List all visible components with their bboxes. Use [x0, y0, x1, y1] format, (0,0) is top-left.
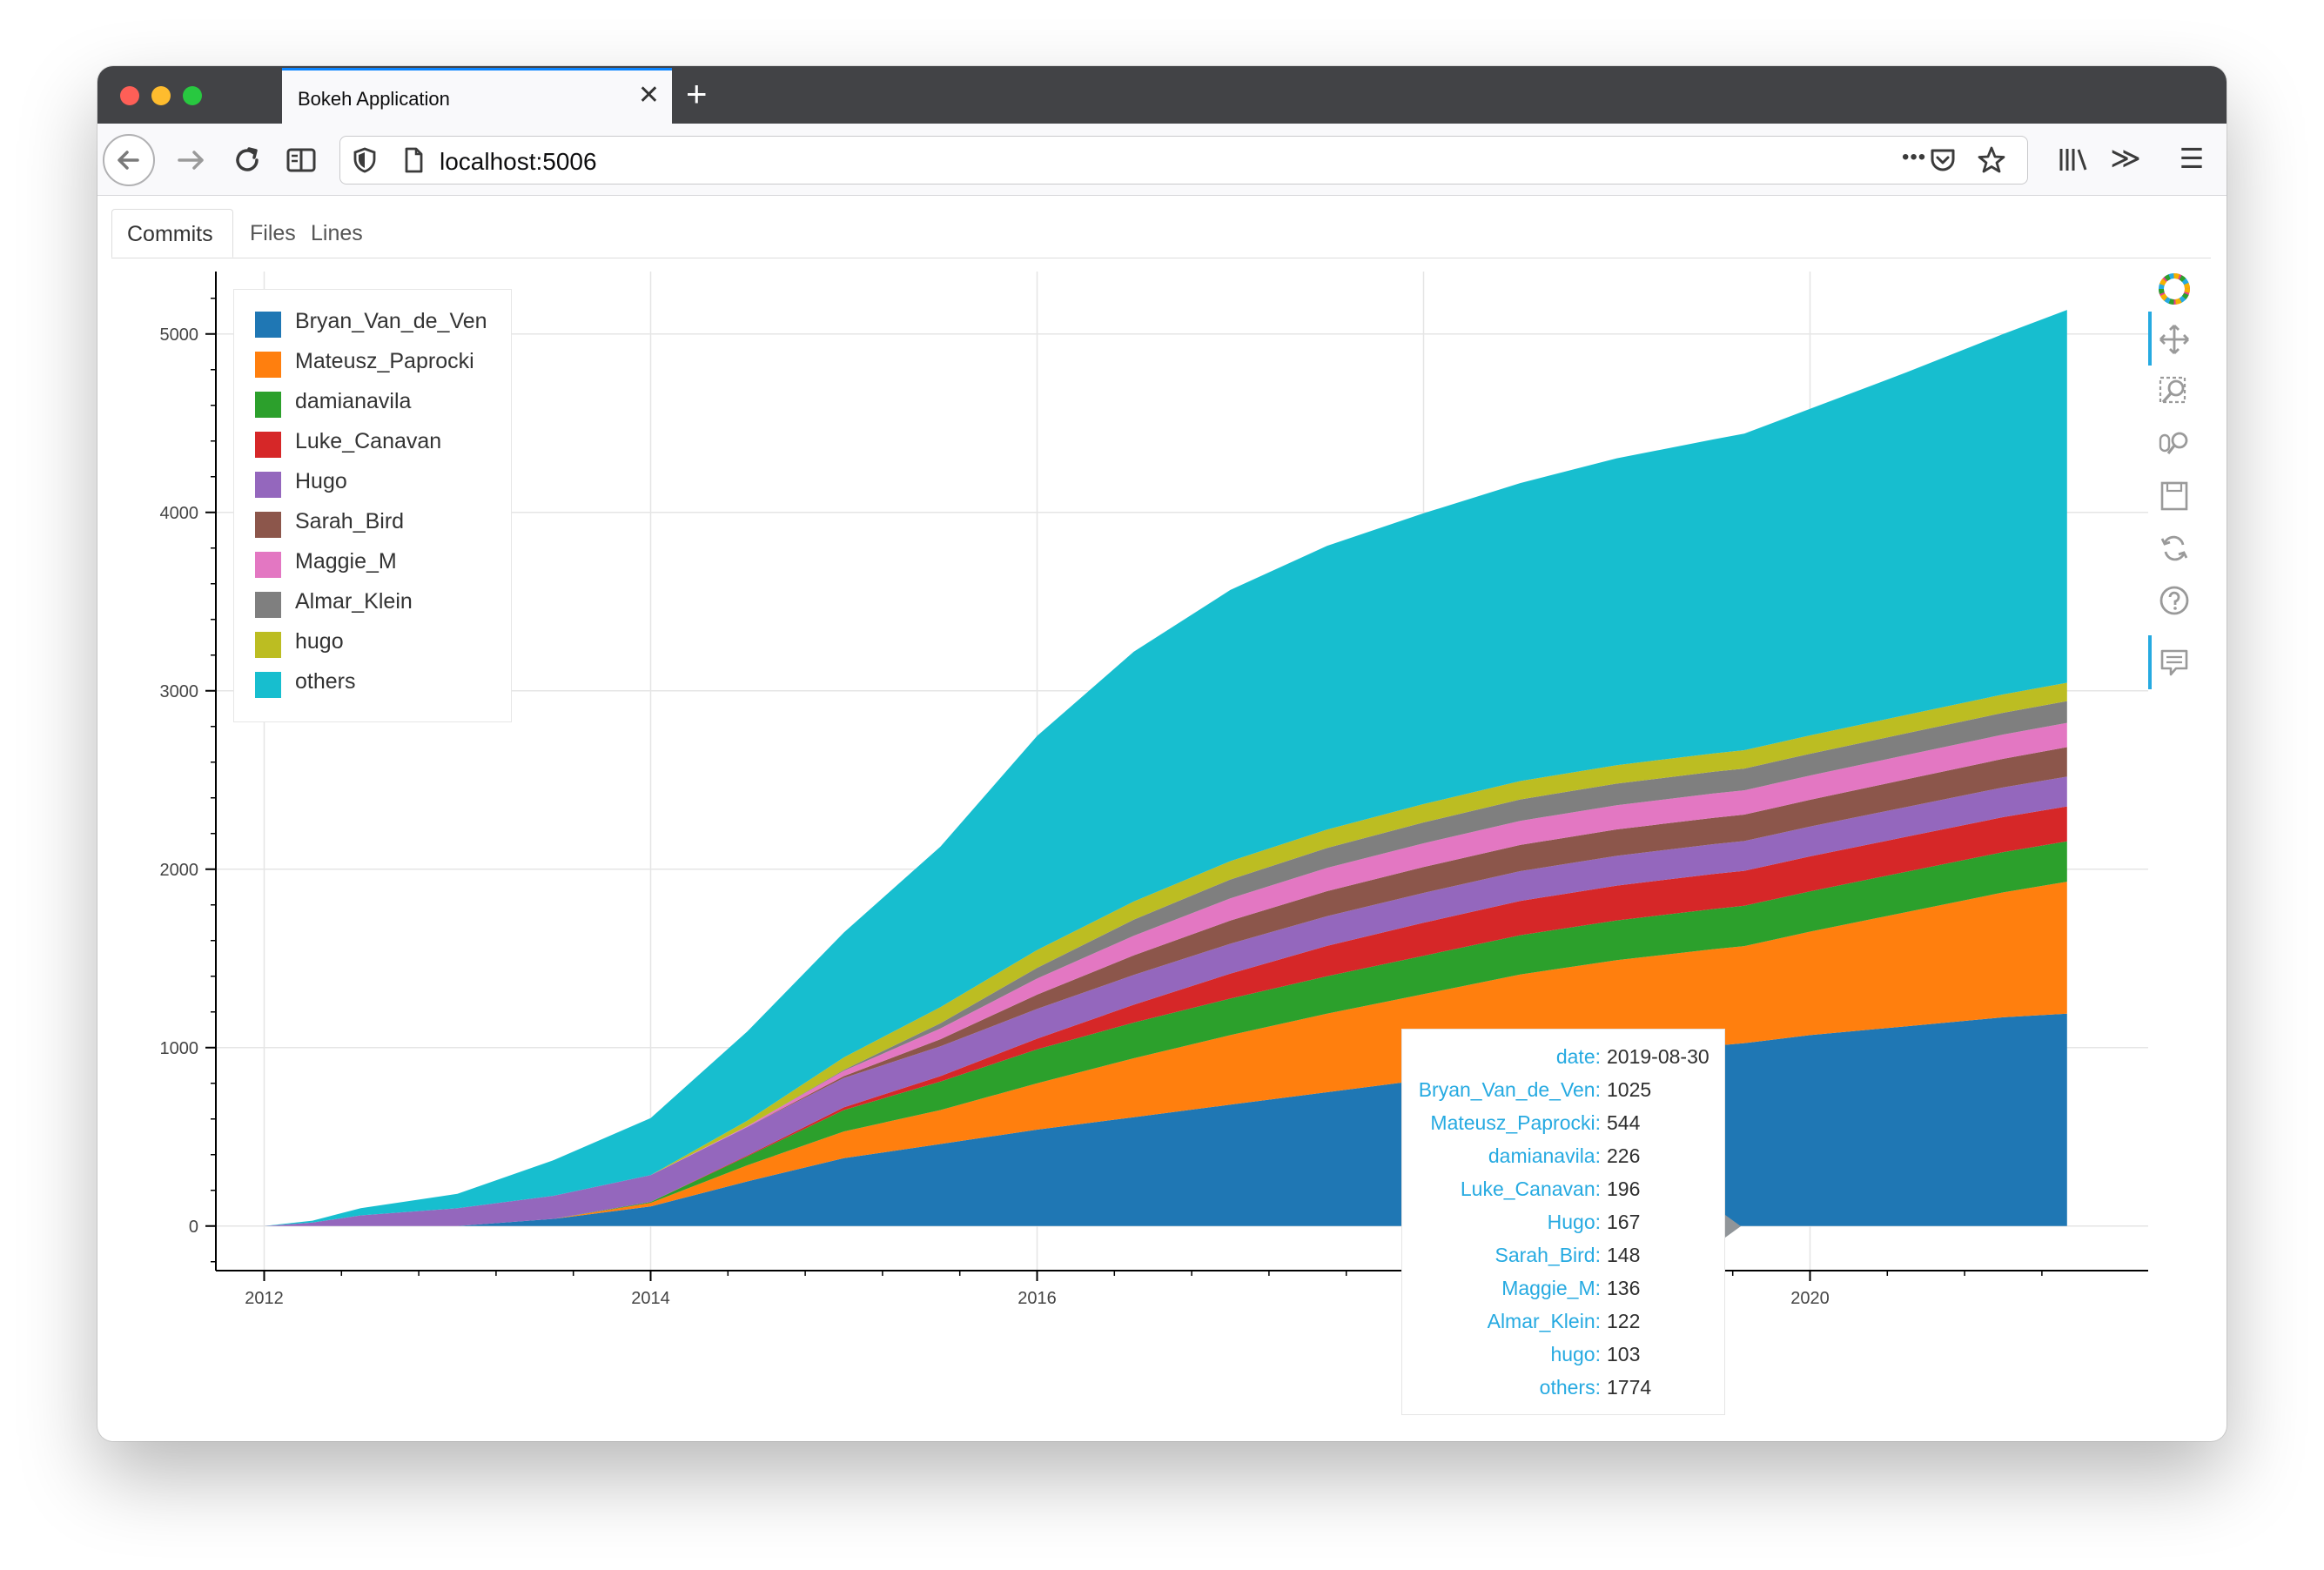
legend-label: Hugo [295, 469, 347, 493]
tooltip-value: 226 [1607, 1144, 1641, 1167]
tooltip-row: Sarah_Bird: 148 [1402, 1238, 1724, 1271]
y-tick-label: 2000 [160, 861, 199, 880]
tooltip-pointer [1725, 1215, 1741, 1238]
tooltip-key: Sarah_Bird: [1494, 1244, 1601, 1266]
tooltip-row: Almar_Klein: 122 [1402, 1305, 1724, 1338]
y-tick-label: 0 [189, 1218, 198, 1237]
hover-active-indicator [2148, 635, 2152, 689]
tooltip-row: hugo: 103 [1402, 1338, 1724, 1371]
tooltip-value: 103 [1607, 1343, 1641, 1365]
tooltip-row: Maggie_M: 136 [1402, 1271, 1724, 1305]
legend-swatch [255, 352, 281, 378]
pan-tool-icon[interactable] [2155, 320, 2193, 359]
tooltip-row: others: 1774 [1402, 1371, 1724, 1404]
legend-label: damianavila [295, 389, 412, 413]
pan-active-indicator [2148, 312, 2152, 366]
legend-swatch [255, 312, 281, 338]
bokeh-toolbar [2148, 270, 2200, 757]
save-tool-icon[interactable] [2155, 477, 2193, 515]
legend-label: Sarah_Bird [295, 509, 405, 533]
chart-legend: Bryan_Van_de_Ven Mateusz_Paprocki damian… [233, 289, 512, 722]
legend-label: Mateusz_Paprocki [295, 349, 474, 373]
tooltip-value: 1774 [1607, 1376, 1652, 1399]
y-tick-label: 4000 [160, 504, 199, 523]
legend-swatch [255, 552, 281, 578]
legend-swatch [255, 392, 281, 418]
x-tick-label: 2020 [1790, 1289, 1830, 1308]
x-tick-label: 2014 [631, 1289, 670, 1308]
tooltip-value: 136 [1607, 1277, 1641, 1299]
tooltip-row: Bryan_Van_de_Ven: 1025 [1402, 1073, 1724, 1106]
x-tick-label: 2012 [245, 1289, 284, 1308]
tooltip-value: 167 [1607, 1211, 1641, 1233]
legend-label: Maggie_M [295, 549, 397, 574]
browser-window: Bokeh Application ✕ + localhost:5006 •••… [97, 66, 2227, 1441]
tooltip-row: damianavila: 226 [1402, 1139, 1724, 1172]
tooltip-value: 2019-08-30 [1607, 1045, 1709, 1068]
legend-label: others [295, 669, 356, 694]
tooltip-row: Hugo: 167 [1402, 1205, 1724, 1238]
tooltip-key: date: [1555, 1045, 1601, 1068]
tooltip-key: Luke_Canavan: [1460, 1178, 1601, 1200]
legend-swatch [255, 672, 281, 698]
tooltip-key: hugo: [1550, 1343, 1601, 1365]
tooltip-key: Hugo: [1547, 1211, 1601, 1233]
tooltip-key: damianavila: [1488, 1144, 1601, 1167]
tooltip-key: others: [1539, 1376, 1601, 1399]
reset-tool-icon[interactable] [2155, 529, 2193, 567]
bokeh-logo-icon[interactable] [2157, 272, 2192, 306]
tooltip-key: Almar_Klein: [1487, 1310, 1601, 1332]
y-tick-label: 5000 [160, 325, 199, 345]
help-tool-icon[interactable] [2155, 581, 2193, 620]
hover-tooltip: date: 2019-08-30 Bryan_Van_de_Ven: 1025 … [1401, 1029, 1725, 1415]
y-tick-label: 3000 [160, 682, 199, 701]
box-zoom-tool-icon[interactable] [2155, 372, 2193, 411]
stacked-area-chart[interactable]: 0100020003000400050002012201420162018202… [97, 66, 2227, 1441]
legend-swatch [255, 592, 281, 618]
wheel-zoom-tool-icon[interactable] [2155, 425, 2193, 463]
tooltip-value: 544 [1607, 1111, 1641, 1134]
y-tick-label: 1000 [160, 1039, 199, 1058]
tooltip-key: Maggie_M: [1501, 1277, 1601, 1299]
tooltip-row: Mateusz_Paprocki: 544 [1402, 1106, 1724, 1139]
x-tick-label: 2016 [1018, 1289, 1057, 1308]
tooltip-row: Luke_Canavan: 196 [1402, 1172, 1724, 1205]
hover-tool-icon[interactable] [2155, 644, 2193, 682]
legend-label: hugo [295, 629, 344, 654]
legend-label: Bryan_Van_de_Ven [295, 309, 487, 333]
tooltip-value: 196 [1607, 1178, 1641, 1200]
tooltip-key: Bryan_Van_de_Ven: [1418, 1078, 1601, 1101]
tooltip-row: date: 2019-08-30 [1402, 1040, 1724, 1073]
legend-swatch [255, 432, 281, 458]
legend-swatch [255, 512, 281, 538]
tooltip-value: 148 [1607, 1244, 1641, 1266]
tooltip-value: 1025 [1607, 1078, 1652, 1101]
legend-swatch [255, 472, 281, 498]
tooltip-value: 122 [1607, 1310, 1641, 1332]
legend-label: Luke_Canavan [295, 429, 442, 453]
chart-areas [264, 310, 2067, 1226]
legend-label: Almar_Klein [295, 589, 413, 614]
legend-swatch [255, 632, 281, 658]
tooltip-key: Mateusz_Paprocki: [1430, 1111, 1601, 1134]
